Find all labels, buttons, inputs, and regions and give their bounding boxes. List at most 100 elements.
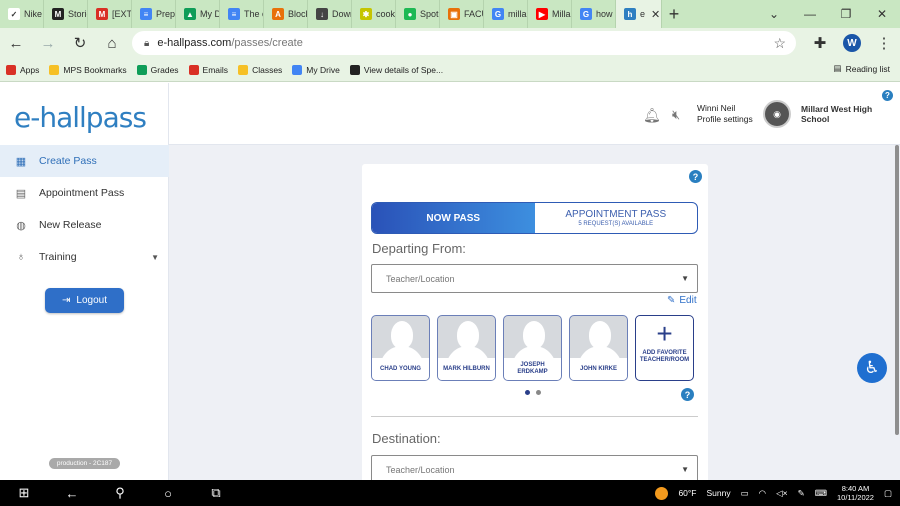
browser-tab[interactable]: ✱ cooki [352,0,396,28]
keyboard-icon[interactable]: ⌨ [815,488,827,499]
favorite-teacher-card[interactable]: CHAD YOUNG [371,315,430,381]
browser-tab[interactable]: ≡The cl [220,0,264,28]
header-help-icon[interactable]: ? [882,90,893,101]
sidebar-item-appointment-pass[interactable]: ▤ Appointment Pass [0,177,169,209]
weather-sun-icon[interactable] [655,486,669,500]
new-tab-button[interactable]: + [662,4,686,25]
browser-tab[interactable]: M[EXTE [88,0,132,28]
browser-tab[interactable]: ▣FACUI [440,0,484,28]
minimize-button[interactable]: — [792,0,828,28]
restore-button[interactable]: ❐ [828,0,864,28]
bookmark-icon [292,64,303,75]
tab-search-icon[interactable]: ⌄ [756,0,792,28]
chevron-down-icon: ▼ [681,274,689,283]
carousel-dot[interactable] [536,390,541,395]
system-tray: 60°F Sunny ▭ ◠ ◁× ✎ ⌨ 8:40 AM 10/11/2022… [655,480,900,506]
sidebar-item-create-pass[interactable]: ▦ Create Pass [0,145,169,177]
browser-tab[interactable]: ▲ My D [176,0,220,28]
bookmark-item[interactable]: Classes [238,64,282,75]
tab-favicon-icon: M [96,8,108,20]
cortana-icon[interactable]: ○ [144,480,192,506]
e-hallpass-logo[interactable]: e-hallpass [14,95,147,139]
profile-settings-link[interactable]: Profile settings [697,114,753,125]
search-icon[interactable]: ⚲ [96,480,144,506]
caret-down-icon[interactable]: ▼ [151,253,159,262]
reload-button[interactable]: ↻ [64,28,96,58]
bookmark-item[interactable]: Apps [6,64,39,75]
appointment-pass-button[interactable]: APPOINTMENT PASS 5 REQUEST(S) AVAILABLE [535,203,698,233]
scrollbar[interactable] [894,145,900,480]
accessibility-icon[interactable]: ♿︎ [857,353,887,383]
now-pass-button[interactable]: NOW PASS [372,203,535,233]
notifications-icon[interactable]: ▢ [884,488,892,499]
tab-favicon-icon: ● [404,8,416,20]
task-view-icon[interactable]: ⧉ [192,480,240,506]
wifi-icon[interactable]: ◠ [759,488,766,499]
sidebar-item-training[interactable]: ♁ Training ▼ [0,241,169,273]
browser-tab[interactable]: Ghow t [572,0,616,28]
reading-list[interactable]: ▤ Reading list [834,63,890,74]
browser-tab[interactable]: ↓Down [308,0,352,28]
favorites-row: CHAD YOUNG MARK HILBURN JOSEPH ERDKAMP JOHN… [371,315,701,381]
close-window-button[interactable]: ✕ [864,0,900,28]
departing-select[interactable]: Teacher/Location ▼ [371,264,698,293]
temperature[interactable]: 60°F [678,488,696,498]
bookmark-icon [238,64,249,75]
browser-tab[interactable]: ✓ Nike [0,0,44,28]
forward-button[interactable]: → [32,28,64,58]
pen-icon[interactable]: ✎ [798,488,805,499]
training-icon: ♁ [16,251,26,263]
bookmark-item[interactable]: Grades [136,64,179,75]
bookmark-icon [188,64,199,75]
weather-text[interactable]: Sunny [707,488,731,498]
bookmark-star-icon[interactable]: ☆ [773,35,786,52]
profile-button[interactable]: W [836,28,868,58]
bookmark-item[interactable]: View details of Spe... [349,64,443,75]
browser-tab[interactable]: ▶ Millar [528,0,572,28]
bookmark-item[interactable]: MPS Bookmarks [49,64,127,75]
carousel-dot[interactable] [525,390,530,395]
volume-icon[interactable]: ◁× [776,488,788,499]
avatar-placeholder-icon [391,321,413,349]
extensions-icon[interactable]: ✚ [804,28,836,58]
divider [371,416,698,417]
favorite-teacher-card[interactable]: MARK HILBURN [437,315,496,381]
browser-tab[interactable]: ● Spoti [396,0,440,28]
avatar-placeholder-icon [523,321,545,349]
user-info[interactable]: Winni Neil Profile settings [697,103,753,125]
tab-favicon-icon: A [272,8,284,20]
browser-tab[interactable]: MStorie [44,0,88,28]
bookmark-item[interactable]: My Drive [292,64,340,75]
address-bar[interactable]: 🔒︎ e-hallpass.com/passes/create ☆ [132,31,796,55]
tab-favicon-icon: ▲ [184,8,196,20]
mute-icon[interactable]: 🔇︎ [672,107,680,123]
home-button[interactable]: ⌂ [96,28,128,58]
tab-favicon-icon: G [492,8,504,20]
scrollbar-thumb[interactable] [895,145,899,435]
url-text: e-hallpass.com/passes/create [157,37,303,49]
browser-tab[interactable]: Gmillar [484,0,528,28]
browser-menu-icon[interactable]: ⋮ [868,28,900,58]
sidebar-item-new-release[interactable]: ◍ New Release [0,209,169,241]
logout-button[interactable]: ⇥ Logout [45,288,124,313]
card-help-icon[interactable]: ? [689,170,702,183]
clock[interactable]: 8:40 AM 10/11/2022 [837,484,874,502]
favorite-teacher-card[interactable]: JOSEPH ERDKAMP [503,315,562,381]
edit-favorites-link[interactable]: ✎ Edit [667,295,697,306]
favorite-teacher-card[interactable]: JOHN KIRKE [569,315,628,381]
app-header: 🔔︎ 🔇︎ Winni Neil Profile settings ◉ Mill… [169,83,900,145]
close-tab-icon[interactable]: ✕ [651,8,660,21]
back-button[interactable]: ← [0,28,32,58]
back-arrow-icon[interactable]: ← [48,480,96,506]
favorites-help-icon[interactable]: ? [681,388,694,401]
browser-tab[interactable]: ≡ Prep [132,0,176,28]
bookmark-item[interactable]: Emails [188,64,228,75]
battery-icon[interactable]: ▭ [741,488,749,499]
browser-tab[interactable]: A Block [264,0,308,28]
favorite-name: JOHN KIRKE [570,358,627,380]
bell-icon[interactable]: 🔔︎ [643,107,661,124]
add-favorite-button[interactable]: + ADD FAVORITE TEACHER/ROOM [635,315,694,381]
windows-start-icon[interactable]: ⊞ [0,480,48,506]
browser-tab-active[interactable]: h e ✕ [616,0,662,28]
tab-favicon-icon: h [624,8,636,20]
